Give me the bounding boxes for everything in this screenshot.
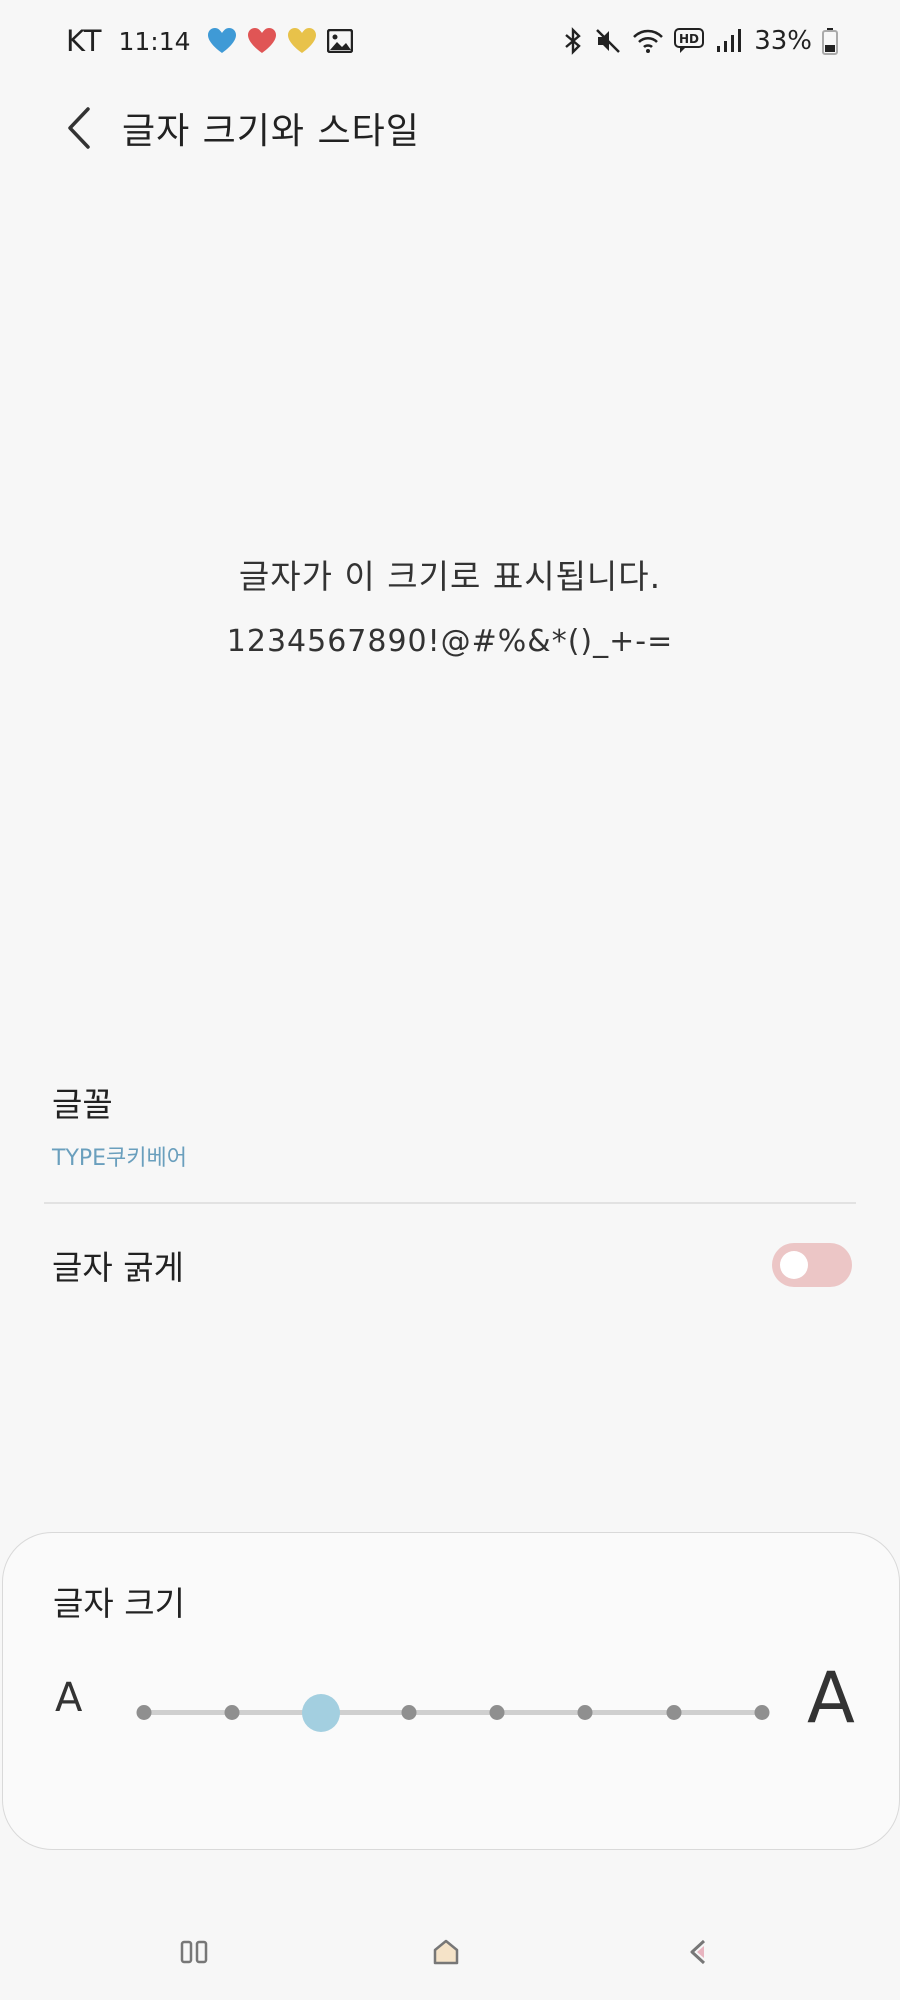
signal-icon (716, 28, 742, 54)
font-setting-label: 글꼴 (52, 1085, 113, 1124)
font-setting[interactable]: 글꼴 TYPE쿠키베어 (52, 1078, 852, 1172)
preview-sentence: 글자가 이 크기로 표시됩니다. (238, 557, 662, 596)
small-size-label: A (55, 1675, 83, 1721)
battery-icon (822, 27, 838, 55)
slider-step-dot[interactable] (489, 1705, 505, 1720)
toggle-knob (780, 1251, 808, 1279)
status-bar: KT 11:14 HD 33% (0, 0, 900, 82)
screen: KT 11:14 HD 33% 글자 크기와 스타일 글자가 이 크기로 표시됩… (0, 0, 900, 2000)
slider-step-dot[interactable] (401, 1705, 417, 1720)
status-left: KT 11:14 (66, 24, 353, 58)
app-header: 글자 크기와 스타일 (0, 90, 900, 166)
divider (44, 1202, 856, 1204)
hd-voice-icon: HD (674, 27, 706, 55)
gallery-icon (326, 29, 353, 53)
slider-thumb[interactable] (301, 1694, 340, 1732)
bold-text-setting: 글자 굵게 (52, 1240, 852, 1290)
slider-step-dot[interactable] (224, 1705, 240, 1720)
carrier-label: KT (66, 24, 103, 58)
yellow-heart-icon (287, 27, 317, 55)
clock: 11:14 (118, 26, 191, 56)
font-setting-value: TYPE쿠키베어 (52, 1146, 188, 1171)
bold-text-label: 글자 굵게 (52, 1248, 184, 1287)
font-size-title: 글자 크기 (53, 1584, 185, 1623)
slider-step-dot[interactable] (136, 1705, 152, 1720)
font-preview: 글자가 이 크기로 표시됩니다. 1234567890!@#%&*()_+-= (0, 550, 900, 659)
battery-percent: 33% (754, 26, 812, 56)
large-size-label: A (807, 1657, 855, 1739)
home-button[interactable] (411, 1930, 481, 1974)
recent-apps-icon (180, 1940, 208, 1964)
font-size-card: 글자 크기 A A (2, 1532, 900, 1850)
back-button[interactable] (44, 93, 114, 163)
recent-apps-button[interactable] (159, 1930, 229, 1974)
back-icon (690, 1939, 706, 1965)
svg-text:HD: HD (679, 32, 699, 46)
home-icon (433, 1939, 459, 1965)
bluetooth-icon (562, 27, 584, 55)
blue-heart-icon (207, 27, 237, 55)
preview-characters: 1234567890!@#%&*()_+-= (226, 624, 674, 659)
status-right: HD 33% (562, 26, 838, 56)
red-heart-icon (247, 27, 277, 55)
bold-text-toggle[interactable] (772, 1243, 852, 1287)
back-nav-button[interactable] (664, 1930, 734, 1974)
wifi-icon (632, 28, 664, 54)
slider-step-dot[interactable] (666, 1705, 682, 1720)
navigation-bar (0, 1900, 900, 2000)
chevron-left-icon (68, 107, 90, 149)
slider-step-dot[interactable] (577, 1705, 593, 1720)
slider-step-dot[interactable] (754, 1705, 770, 1720)
font-size-slider[interactable] (136, 1694, 770, 1732)
page-title: 글자 크기와 스타일 (122, 111, 420, 152)
mute-icon (594, 27, 622, 55)
